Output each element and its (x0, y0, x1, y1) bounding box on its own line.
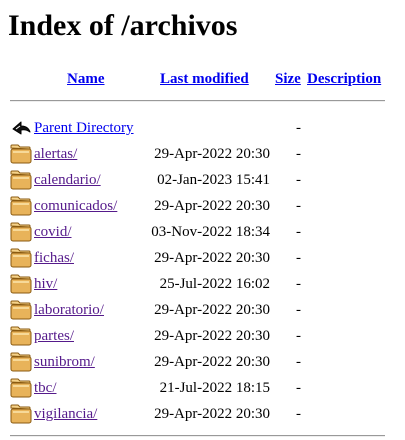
directory-listing: Parent Directory - alertas/29-Apr-2022 20… (0, 116, 405, 428)
last-modified-cell: 29-Apr-2022 20:30 (154, 406, 270, 422)
last-modified-cell: 29-Apr-2022 20:30 (154, 354, 270, 370)
folder-icon (10, 404, 32, 424)
folder-link[interactable]: alertas/ (34, 145, 77, 163)
last-modified-cell: 02-Jan-2023 15:41 (157, 172, 270, 188)
folder-link[interactable]: comunicados/ (34, 197, 117, 215)
parent-directory-row: Parent Directory - (0, 116, 405, 142)
size-cell: - (296, 276, 301, 292)
last-modified-cell: 29-Apr-2022 20:30 (154, 146, 270, 162)
table-row: partes/29-Apr-2022 20:30 - (0, 324, 405, 350)
folder-icon (10, 248, 32, 268)
table-row: hiv/25-Jul-2022 16:02 - (0, 272, 405, 298)
folder-icon (10, 378, 32, 398)
last-modified-cell: 29-Apr-2022 20:30 (154, 198, 270, 214)
table-row: tbc/21-Jul-2022 18:15 - (0, 376, 405, 402)
size-cell: - (296, 328, 301, 344)
folder-icon (10, 352, 32, 372)
size-cell: - (296, 354, 301, 370)
folder-icon (10, 144, 32, 164)
size-cell: - (296, 406, 301, 422)
folder-link[interactable]: laboratorio/ (34, 301, 104, 319)
footer-divider (10, 435, 385, 437)
folder-icon (10, 170, 32, 190)
table-row: calendario/02-Jan-2023 15:41 - (0, 168, 405, 194)
sort-by-description-link[interactable]: Description (307, 70, 381, 88)
page-title: Index of /archivos (8, 9, 238, 42)
size-cell: - (296, 146, 301, 162)
last-modified-cell: 29-Apr-2022 20:30 (154, 302, 270, 318)
last-modified-cell: 25-Jul-2022 16:02 (159, 276, 270, 292)
folder-link[interactable]: partes/ (34, 327, 74, 345)
size-cell: - (296, 198, 301, 214)
folder-icon (10, 274, 32, 294)
folder-link[interactable]: sunibrom/ (34, 353, 95, 371)
folder-link[interactable]: vigilancia/ (34, 405, 97, 423)
last-modified-cell: 21-Jul-2022 18:15 (159, 380, 270, 396)
folder-link[interactable]: calendario/ (34, 171, 101, 189)
last-modified-cell: 29-Apr-2022 20:30 (154, 250, 270, 266)
table-row: laboratorio/29-Apr-2022 20:30 - (0, 298, 405, 324)
table-row: covid/03-Nov-2022 18:34 - (0, 220, 405, 246)
folder-link[interactable]: fichas/ (34, 249, 74, 267)
size-cell: - (296, 250, 301, 266)
folder-link[interactable]: tbc/ (34, 379, 57, 397)
folder-icon (10, 196, 32, 216)
size-cell: - (296, 380, 301, 396)
table-row: vigilancia/29-Apr-2022 20:30 - (0, 402, 405, 428)
table-row: sunibrom/29-Apr-2022 20:30 - (0, 350, 405, 376)
size-cell: - (296, 224, 301, 240)
parent-directory-link[interactable]: Parent Directory (34, 119, 134, 137)
sort-by-size-link[interactable]: Size (275, 70, 301, 88)
size-cell: - (296, 172, 301, 188)
table-row: alertas/29-Apr-2022 20:30 - (0, 142, 405, 168)
folder-icon (10, 326, 32, 346)
sort-by-name-link[interactable]: Name (67, 70, 105, 88)
table-row: fichas/29-Apr-2022 20:30 - (0, 246, 405, 272)
last-modified-cell: 03-Nov-2022 18:34 (151, 224, 270, 240)
table-row: comunicados/29-Apr-2022 20:30 - (0, 194, 405, 220)
back-arrow-icon (10, 118, 32, 138)
size-cell: - (296, 302, 301, 318)
sort-by-last-modified-link[interactable]: Last modified (160, 70, 249, 88)
size-cell: - (296, 120, 301, 136)
last-modified-cell: 29-Apr-2022 20:30 (154, 328, 270, 344)
folder-icon (10, 222, 32, 242)
folder-icon (10, 300, 32, 320)
header-divider (10, 100, 385, 102)
folder-link[interactable]: hiv/ (34, 275, 57, 293)
folder-link[interactable]: covid/ (34, 223, 72, 241)
